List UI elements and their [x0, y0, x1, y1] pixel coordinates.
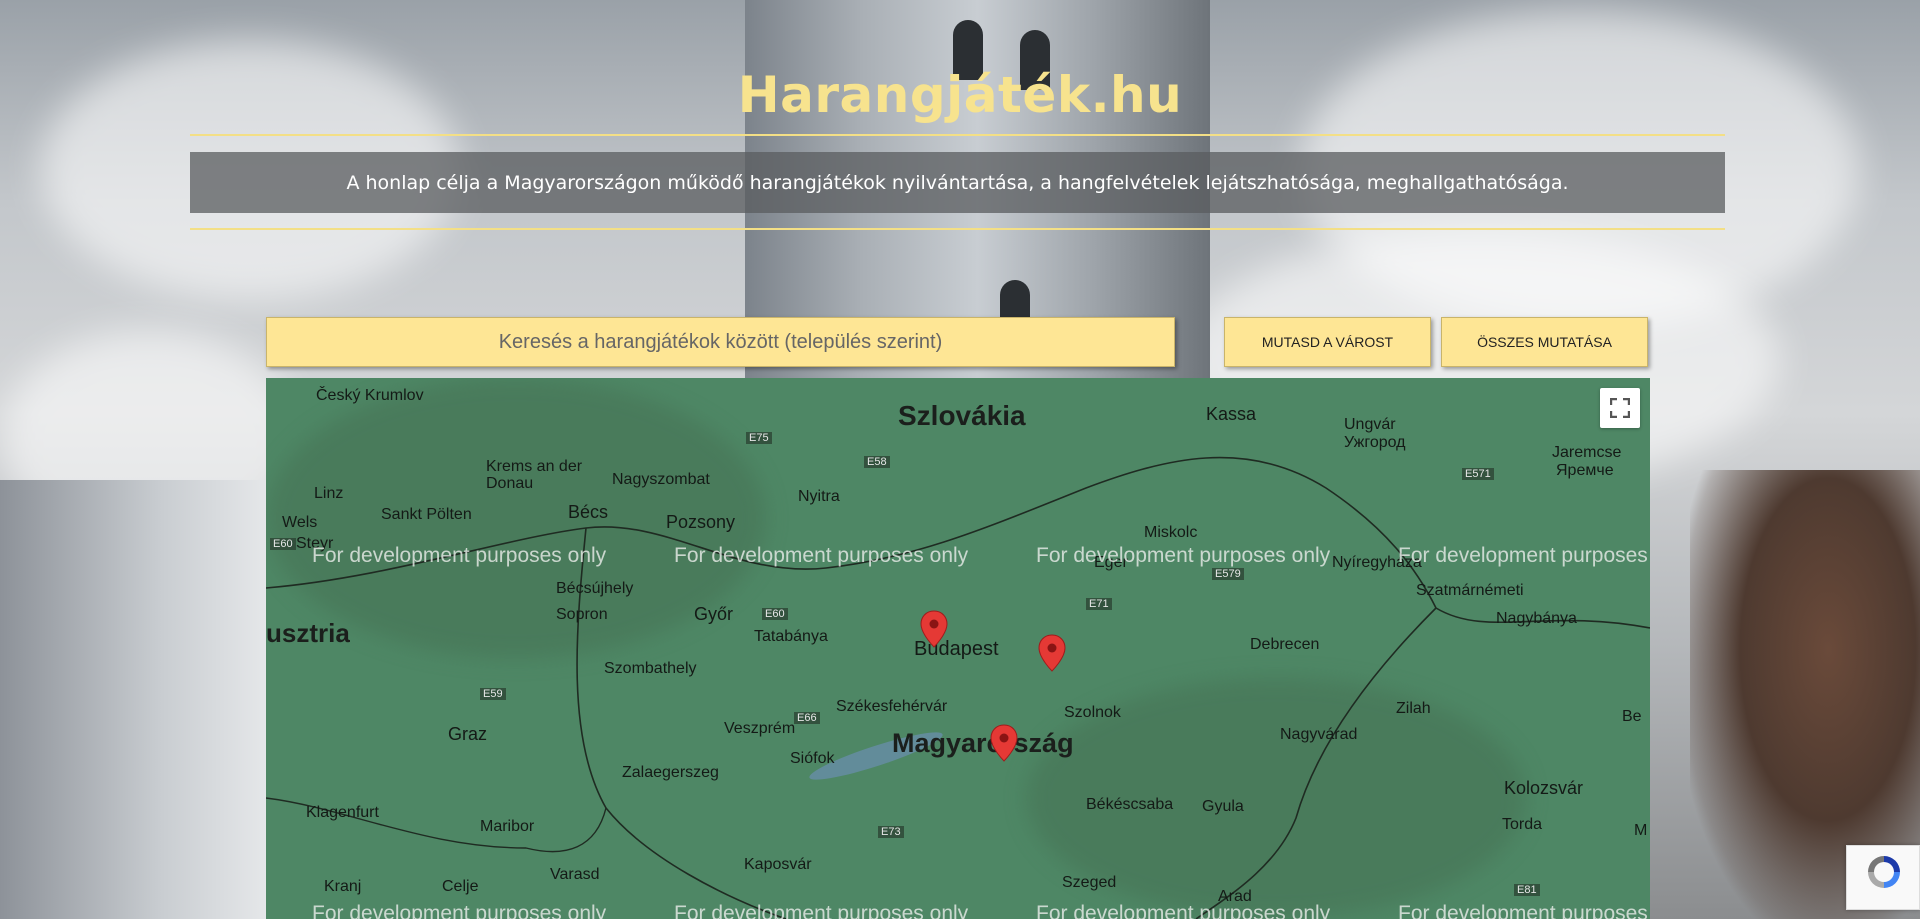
show-all-button[interactable]: ÖSSZES MUTATÁSA: [1441, 317, 1648, 367]
city-label: Pozsony: [666, 512, 736, 532]
city-label: Bécs: [568, 502, 609, 522]
city-label: Kassa: [1206, 404, 1257, 424]
city-label: Ungvár: [1344, 416, 1396, 433]
road-label: E58: [864, 456, 890, 468]
recaptcha-icon: [1868, 856, 1900, 888]
city-label: Székesfehérvár: [836, 698, 948, 715]
map-watermark: For development purposes only: [312, 902, 607, 919]
city-label: Nagyvárad: [1280, 726, 1358, 743]
map-watermark: For development purposes only: [1036, 544, 1331, 567]
title-divider-top: [190, 134, 1725, 136]
recaptcha-badge[interactable]: [1846, 845, 1920, 910]
city-label: Varasd: [550, 866, 600, 883]
map[interactable]: Szlovákia Magyarország usztria Český Kru…: [266, 378, 1650, 919]
road-label: E60: [762, 608, 788, 620]
city-label: Maribor: [480, 818, 535, 835]
city-label: Linz: [314, 485, 344, 502]
city-label: Zilah: [1396, 700, 1431, 717]
city-label: Debrecen: [1250, 636, 1320, 653]
map-watermark: For development purposes only: [1398, 544, 1650, 567]
road-label: E81: [1514, 884, 1540, 896]
city-label: Békéscsaba: [1086, 796, 1174, 813]
city-label: Ужгород: [1344, 434, 1406, 451]
city-label: Celje: [442, 878, 479, 895]
road-label: E579: [1212, 568, 1244, 580]
city-label: Veszprém: [724, 720, 796, 737]
show-city-button-label: MUTASD A VÁROST: [1261, 334, 1394, 350]
city-label: Graz: [448, 724, 488, 744]
country-label-hungary: Magyarország: [892, 728, 1074, 758]
city-label: Klagenfurt: [306, 804, 379, 821]
map-watermark: For development purposes only: [312, 544, 607, 567]
city-label: Jaremcse: [1552, 444, 1622, 461]
city-label: Kolozsvár: [1504, 778, 1584, 798]
fullscreen-icon: [1610, 398, 1630, 418]
city-label: Szombathely: [604, 660, 697, 677]
left-building: [0, 480, 270, 919]
city-label: Kaposvár: [744, 856, 812, 873]
road-label: E66: [794, 712, 820, 724]
city-label: Miskolc: [1144, 524, 1198, 541]
map-marker-icon[interactable]: [990, 724, 1018, 762]
country-label-austria: usztria: [266, 618, 350, 648]
city-label: Krems an der Donau: [486, 458, 583, 492]
map-watermark: For development purposes only: [1398, 902, 1650, 919]
fullscreen-button[interactable]: [1600, 388, 1640, 428]
city-label: Tatabánya: [754, 628, 828, 645]
city-label: Szeged: [1062, 874, 1117, 891]
city-label: Wels: [282, 514, 318, 531]
city-label: Torda: [1502, 816, 1543, 833]
site-title: Harangjáték.hu: [737, 66, 1183, 124]
site-description-text: A honlap célja a Magyarországon működő h…: [346, 171, 1569, 194]
city-label: Szolnok: [1064, 704, 1121, 721]
road-label: E73: [878, 826, 904, 838]
city-label: Sankt Pölten: [381, 506, 472, 523]
road-label: E571: [1462, 468, 1494, 480]
road-label: E60: [270, 538, 296, 550]
city-label: Nagybánya: [1496, 610, 1577, 627]
map-watermark: For development purposes only: [674, 902, 969, 919]
map-marker-icon[interactable]: [1038, 634, 1066, 672]
city-label: Nyitra: [798, 488, 840, 505]
city-label: Český Krumlov: [316, 387, 424, 404]
city-label: Nagyszombat: [612, 471, 710, 488]
road-label: E59: [480, 688, 506, 700]
show-city-button[interactable]: MUTASD A VÁROST: [1224, 317, 1431, 367]
city-label: Zalaegerszeg: [622, 764, 719, 781]
city-label: Siófok: [790, 750, 835, 767]
city-label: Gyula: [1202, 798, 1244, 815]
site-description: A honlap célja a Magyarországon működő h…: [190, 152, 1725, 213]
city-label: Szatmárnémeti: [1416, 582, 1524, 599]
city-label: Győr: [694, 604, 734, 624]
city-label: Be: [1622, 708, 1642, 725]
city-label: Bécsújhely: [556, 580, 634, 597]
show-all-button-label: ÖSSZES MUTATÁSA: [1477, 334, 1612, 350]
map-marker-icon[interactable]: [920, 610, 948, 648]
road-label: E75: [746, 432, 772, 444]
map-watermark: For development purposes only: [674, 544, 969, 567]
road-label: E71: [1086, 598, 1112, 610]
country-label-slovakia: Szlovákia: [898, 400, 1026, 431]
city-label: Яремче: [1556, 462, 1614, 479]
title-divider-bottom: [190, 228, 1725, 230]
city-search-input[interactable]: [266, 317, 1175, 367]
map-watermark: For development purposes only: [1036, 902, 1331, 919]
city-label: Kranj: [324, 878, 362, 895]
city-label: M: [1634, 822, 1648, 839]
city-label: Sopron: [556, 606, 608, 623]
